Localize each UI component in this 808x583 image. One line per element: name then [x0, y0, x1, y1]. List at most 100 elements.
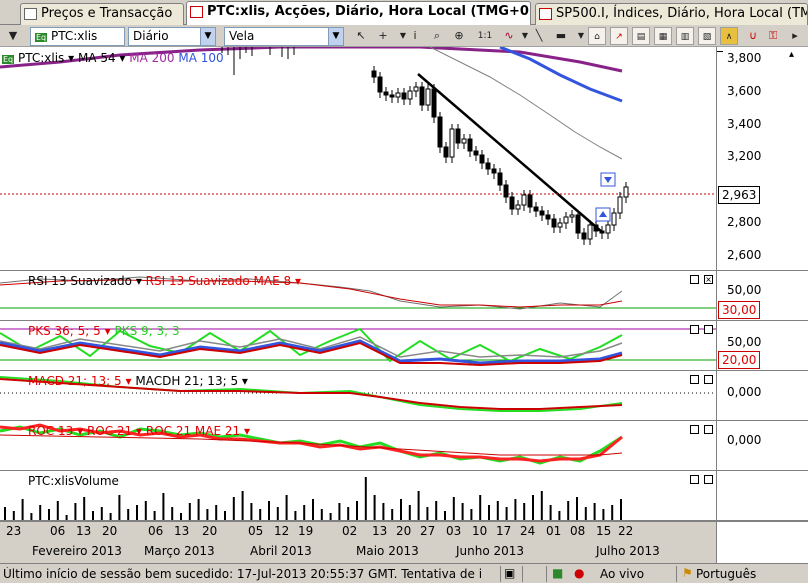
connection-icon[interactable]: ●	[574, 566, 584, 580]
lock-icon[interactable]: ■	[552, 566, 563, 580]
pks-scale[interactable]: 50,00 20,00	[716, 321, 808, 371]
candle	[545, 214, 551, 220]
candle	[581, 232, 587, 240]
y-tick: 3,400	[727, 117, 762, 131]
crosshair-icon[interactable]: +	[374, 27, 392, 45]
pane-minimize-icon[interactable]	[690, 375, 699, 384]
symbol-label[interactable]: PTC:xlis	[18, 51, 64, 65]
magnifier-icon[interactable]: ⌕	[428, 27, 446, 45]
candle	[437, 116, 443, 148]
volume-bar	[21, 499, 24, 520]
arrow-tool-icon[interactable]: ↗	[610, 27, 628, 45]
volume-bar	[329, 513, 332, 520]
zoom-in-icon[interactable]: ⊕	[450, 27, 468, 45]
autoscale-icon[interactable]: ∧	[720, 27, 738, 45]
tab-prices-transactions[interactable]: Preços e Transacção	[20, 3, 184, 25]
volume-scale[interactable]	[716, 471, 808, 521]
chart-style-select[interactable]: Vela ▼	[224, 27, 344, 46]
dropdown-icon[interactable]: ▼	[4, 27, 22, 45]
x-tick: 13	[76, 524, 92, 538]
price-scale[interactable]: 3,800 3,600 3,400 3,200 2,800 2,600 2,96…	[716, 47, 808, 271]
layout-tool-icon[interactable]: ▤	[632, 27, 650, 45]
pane-close-icon[interactable]	[704, 425, 713, 434]
volume-bar	[558, 511, 561, 520]
volume-bar	[206, 509, 209, 520]
volume-bar	[488, 505, 490, 520]
pane-close-icon[interactable]: ×	[704, 275, 713, 284]
magnet-icon[interactable]: ∪	[744, 27, 762, 45]
month-label: Abril 2013	[250, 544, 312, 558]
roc-legend[interactable]: ROC 13 ▾ ROC 21 ▾ ROC 21 MAE 21 ▾	[28, 424, 250, 438]
zoom-reset-icon[interactable]: 1:1	[476, 27, 494, 45]
candle	[461, 138, 467, 144]
pks-legend[interactable]: PKS 36; 5; 5 ▾ PKS 9; 3; 3	[28, 324, 180, 338]
line-tool-icon[interactable]: ╲	[530, 27, 548, 45]
macd-scale[interactable]: 0,000	[716, 371, 808, 421]
compare-tool-icon[interactable]: ▥	[676, 27, 694, 45]
cursor-icon[interactable]: ↖	[352, 27, 370, 45]
ma200-label[interactable]: MA 200	[129, 51, 174, 65]
volume-bar	[356, 501, 358, 520]
text-tool-icon[interactable]: ▬	[552, 27, 570, 45]
pane-minimize-icon[interactable]	[690, 275, 699, 284]
volume-bar	[479, 495, 482, 520]
pane-minimize-icon[interactable]	[690, 325, 699, 334]
chevron-down-icon[interactable]: ▼	[200, 28, 215, 45]
y-tick: 3,800	[727, 51, 762, 65]
pane-minimize-icon[interactable]	[690, 425, 699, 434]
lock-icon[interactable]: ⚿	[764, 27, 782, 45]
volume-bar	[109, 513, 112, 520]
collapse-icon[interactable]: ▴	[789, 49, 803, 63]
date-axis[interactable]: 23 06 13 20 06 13 20 05 12 19 02 13 20 2…	[0, 521, 716, 561]
roc-scale[interactable]: 0,000	[716, 421, 808, 471]
rsi-panel: RSI 13 Suavizado ▾ RSI 13 Suavizado MAE …	[0, 271, 716, 321]
ma100-label[interactable]: MA 100	[178, 51, 223, 65]
tab-ptc-chart[interactable]: PTC:xlis, Acções, Diário, Hora Local (TM…	[186, 1, 531, 26]
toolbar-more-icon[interactable]: ▸	[786, 27, 804, 45]
candle	[443, 146, 449, 158]
candle	[431, 88, 437, 118]
axis-corner	[716, 521, 808, 563]
alert-tool-icon[interactable]: ⌂	[588, 27, 606, 45]
template-tool-icon[interactable]: ▧	[698, 27, 716, 45]
rsi-scale[interactable]: 50,00 30,00	[716, 271, 808, 321]
volume-bar	[39, 505, 42, 520]
chevron-down-icon[interactable]: ▼	[328, 28, 343, 45]
period-select[interactable]: Diário ▼	[128, 27, 216, 46]
rsi-legend[interactable]: RSI 13 Suavizado ▾ RSI 13 Suavizado MAE …	[28, 274, 301, 288]
x-tick: 06	[148, 524, 164, 538]
candle	[467, 138, 473, 152]
tab-sp500-chart[interactable]: SP500.I, Índices, Diário, Hora Local (TM	[535, 3, 808, 25]
macd-legend[interactable]: MACD 21; 13; 5 ▾ MACDH 21; 13; 5 ▾	[28, 374, 248, 388]
ma54-label[interactable]: MA 54	[78, 51, 116, 65]
month-label: Julho 2013	[596, 544, 660, 558]
indicator-tool-icon[interactable]: ▦	[654, 27, 672, 45]
table-icon	[24, 8, 37, 20]
pane-close-icon[interactable]	[704, 475, 713, 484]
volume-legend[interactable]: PTC:xlisVolume	[28, 474, 119, 488]
y-tick: 50,00	[727, 335, 762, 349]
info-icon[interactable]: i	[406, 27, 424, 45]
y-tick: 2,600	[727, 248, 762, 262]
price-chart[interactable]	[0, 47, 716, 271]
pane-close-icon[interactable]	[704, 375, 713, 384]
month-label: Fevereiro 2013	[32, 544, 122, 558]
candle	[623, 186, 629, 198]
pane-minimize-icon[interactable]	[690, 475, 699, 484]
volume-bar	[408, 505, 411, 520]
flag-icon[interactable]: ⚑	[682, 566, 693, 580]
network-icon[interactable]: ▣	[504, 566, 515, 580]
volume-bar	[426, 507, 429, 520]
language-indicator[interactable]: Português	[696, 567, 756, 581]
symbol-combo[interactable]: Eq PTC:xlis	[30, 27, 125, 46]
pane-close-icon[interactable]	[704, 325, 713, 334]
status-bar: Último início de sessão bem sucedido: 17…	[0, 563, 808, 583]
candle	[401, 92, 407, 100]
volume-bar	[417, 491, 420, 520]
equity-icon: Eq	[35, 33, 48, 42]
volume-bar	[391, 509, 394, 520]
volume-bar	[224, 511, 226, 520]
connection-status: Ao vivo	[600, 567, 645, 581]
volume-bar	[180, 513, 182, 520]
volume-bar	[188, 503, 191, 520]
